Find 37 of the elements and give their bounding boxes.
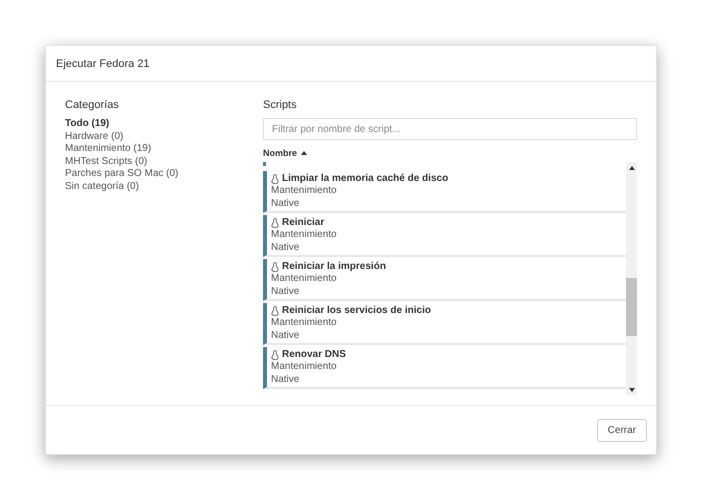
categories-heading: Categorías xyxy=(65,99,120,111)
penguin-icon xyxy=(271,262,279,272)
penguin-icon xyxy=(271,306,279,316)
dialog-title: Ejecutar Fedora 21 xyxy=(56,58,150,70)
category-link[interactable]: Todo (19) xyxy=(65,118,263,130)
script-name: Reiniciar los servicios de inicio xyxy=(282,305,431,316)
category-link[interactable]: MHTest Scripts (0) xyxy=(65,156,263,168)
script-type: Native xyxy=(271,198,300,210)
script-type: Native xyxy=(271,330,300,342)
scroll-down-icon[interactable] xyxy=(628,388,634,392)
penguin-icon xyxy=(271,174,279,184)
script-name: Limpiar la memoria caché de disco xyxy=(282,173,448,184)
script-category: Mantenimiento xyxy=(271,229,338,242)
script-type: Native xyxy=(271,374,300,386)
close-button[interactable]: Cerrar xyxy=(596,418,647,442)
penguin-icon xyxy=(271,350,279,360)
script-type: Native xyxy=(271,286,300,298)
script-name: Renovar DNS xyxy=(282,349,346,360)
script-category: Mantenimiento xyxy=(271,317,338,330)
category-link[interactable]: Parches para SO Mac (0) xyxy=(65,168,263,180)
category-link[interactable]: Sin categoría (0) xyxy=(65,180,263,193)
sort-caret-icon xyxy=(301,151,308,155)
script-category: Mantenimiento xyxy=(271,185,338,198)
scroll-up-icon[interactable] xyxy=(628,166,634,170)
sort-column-header[interactable]: Nombre xyxy=(263,148,298,158)
script-type: Native xyxy=(271,242,300,254)
script-category: Mantenimiento xyxy=(271,273,338,286)
category-link[interactable]: Hardware (0) xyxy=(65,130,263,143)
scrollbar[interactable] xyxy=(626,162,637,395)
script-name: Reiniciar la impresión xyxy=(282,261,386,272)
filter-field[interactable]: Filtrar por nombre de script... xyxy=(263,118,637,140)
row-accent-bar xyxy=(263,162,266,166)
script-name: Reiniciar xyxy=(282,217,324,228)
category-link[interactable]: Mantenimiento (19) xyxy=(65,143,263,156)
penguin-icon xyxy=(271,218,279,228)
script-category: Mantenimiento xyxy=(271,361,338,374)
scripts-heading: Scripts xyxy=(263,99,298,111)
